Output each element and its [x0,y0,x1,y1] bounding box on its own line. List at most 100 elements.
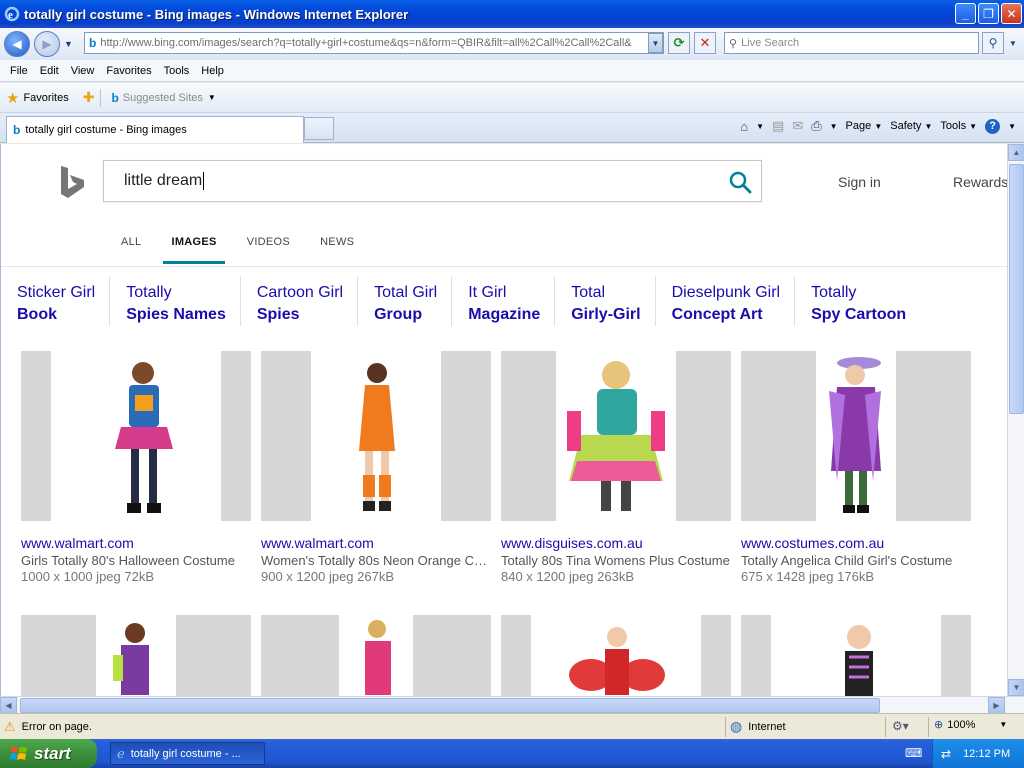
read-mail-icon[interactable]: ✉ [792,118,803,134]
keyboard-icon[interactable]: ⌨ [905,746,922,760]
scroll-up-icon[interactable]: ▲ [1008,144,1024,161]
refresh-button[interactable]: ⟳ [668,32,690,54]
tab-news[interactable]: NEWS [320,236,354,256]
related-search-item[interactable]: Sticker Girl Book [1,276,111,326]
address-bar[interactable]: b http://www.bing.com/images/search?q=to… [84,32,664,54]
rewards-link[interactable]: Rewards [953,174,1007,190]
chevron-down-icon[interactable]: ▼ [830,122,838,131]
horizontal-scrollbar[interactable]: ◀ ▶ [0,696,1024,714]
result-meta: 900 x 1200 jpeg 267kB [261,569,394,584]
related-search-item[interactable]: Total Girl Group [358,276,453,326]
network-icon[interactable]: ⇄ [941,747,951,761]
result-caption[interactable]: Girls Totally 80's Halloween Costume [21,553,251,568]
related-search-item[interactable]: Totally Spy Cartoon [795,276,920,326]
image-thumbnail[interactable] [21,351,251,521]
restore-button[interactable]: ❐ [978,3,999,24]
add-favorites-icon[interactable]: ✚ [83,89,95,106]
vertical-scrollbar[interactable]: ▲ ▼ [1007,144,1024,696]
related-search-item[interactable]: Total Girly-Girl [555,276,656,326]
image-result-card[interactable]: www.costumes.com.au Totally Angelica Chi… [741,351,971,584]
result-meta: 840 x 1200 jpeg 263kB [501,569,634,584]
zoom-control[interactable]: ⊕ 100% ▼ [934,718,1007,732]
close-button[interactable]: ✕ [1001,3,1022,24]
menu-edit[interactable]: Edit [34,65,65,77]
result-domain[interactable]: www.walmart.com [21,535,251,551]
tab-videos[interactable]: VIDEOS [247,236,290,256]
help-icon[interactable]: ? [985,118,1001,134]
live-search-button[interactable]: ⚲ [982,32,1004,54]
minimize-button[interactable]: _ [955,3,976,24]
suggested-sites-link[interactable]: Suggested Sites [123,92,203,104]
menu-view[interactable]: View [65,65,101,77]
image-thumbnail[interactable] [261,351,491,521]
warning-icon[interactable]: ⚠ [4,719,16,735]
menu-tools[interactable]: Tools [158,65,196,77]
start-button[interactable]: start [0,739,97,768]
result-caption[interactable]: Totally Angelica Child Girl's Costume [741,553,971,568]
related-search-item[interactable]: Cartoon Girl Spies [241,276,359,326]
scroll-thumb[interactable] [20,698,880,713]
scroll-right-icon[interactable]: ▶ [988,697,1005,714]
related-search-item[interactable]: Totally Spies Names [110,276,241,326]
favorites-button[interactable]: Favorites [23,92,68,104]
taskbar-item-ie[interactable]: ℯ totally girl costume - ... [110,742,265,765]
image-thumbnail[interactable] [21,615,251,696]
back-button[interactable]: ◀ [4,31,30,57]
result-domain[interactable]: www.disguises.com.au [501,535,731,551]
stop-button[interactable]: ✕ [694,32,716,54]
chevron-down-icon[interactable]: ▼ [756,122,764,131]
search-icon[interactable] [728,170,752,194]
menu-file[interactable]: File [4,65,34,77]
image-thumbnail[interactable] [501,351,731,521]
favorites-star-icon[interactable]: ★ [6,89,19,107]
scroll-thumb[interactable] [1009,164,1024,414]
forward-button[interactable]: ▶ [34,31,60,57]
chevron-down-icon[interactable]: ▼ [1008,122,1016,131]
protected-mode-icon[interactable]: ⚙▾ [892,719,909,733]
menu-help[interactable]: Help [195,65,230,77]
chevron-down-icon[interactable]: ▼ [208,93,216,102]
tab-active[interactable]: b totally girl costume - Bing images [6,116,304,143]
result-caption[interactable]: Totally 80s Tina Womens Plus Costume [501,553,731,568]
image-result-card[interactable]: www.walmart.com Women's Totally 80s Neon… [261,351,491,584]
rss-feed-icon[interactable]: ▤ [772,118,784,134]
sign-in-link[interactable]: Sign in [838,174,881,190]
result-domain[interactable]: www.walmart.com [261,535,491,551]
tab-all[interactable]: ALL [121,236,141,256]
status-message[interactable]: Error on page. [22,721,92,733]
image-result-card[interactable]: www.disguises.com.au Totally 80s Tina Wo… [501,351,731,584]
related-search-item[interactable]: It Girl Magazine [452,276,556,326]
search-input[interactable]: little dream [103,160,762,202]
image-thumbnail[interactable] [741,351,971,521]
image-result-card[interactable] [741,615,971,696]
page-content: little dream Sign in Rewards ALL IMAGES … [0,144,1007,696]
image-thumbnail[interactable] [741,615,971,696]
result-domain[interactable]: www.costumes.com.au [741,535,971,551]
image-result-card[interactable]: www.walmart.com Girls Totally 80's Hallo… [21,351,251,584]
chevron-down-icon[interactable]: ▼ [999,720,1007,729]
bing-logo-icon[interactable] [57,164,87,200]
image-result-card[interactable] [21,615,251,696]
address-dropdown-icon[interactable]: ▼ [648,33,663,53]
image-result-card[interactable] [261,615,491,696]
page-menu[interactable]: Page ▼ [846,120,883,132]
search-options-dropdown-icon[interactable]: ▼ [1006,32,1020,54]
new-tab-button[interactable] [304,117,334,140]
history-dropdown-icon[interactable]: ▼ [64,39,73,49]
print-icon[interactable]: ⎙ [811,118,821,134]
live-search-input[interactable]: ⚲ Live Search [724,32,979,54]
safety-menu[interactable]: Safety ▼ [890,120,932,132]
home-icon[interactable]: ⌂ [740,119,748,134]
tab-images[interactable]: IMAGES [163,236,225,264]
scroll-down-icon[interactable]: ▼ [1008,679,1024,696]
image-thumbnail[interactable] [261,615,491,696]
menu-favorites[interactable]: Favorites [100,65,157,77]
tools-menu[interactable]: Tools ▼ [940,120,977,132]
result-caption[interactable]: Women's Totally 80s Neon Orange Costume [261,553,491,568]
image-thumbnail[interactable] [501,615,731,696]
related-search-item[interactable]: Dieselpunk Girl Concept Art [656,276,796,326]
security-zone[interactable]: ◍ Internet [730,718,786,735]
clock[interactable]: 12:12 PM [963,748,1010,760]
image-result-card[interactable] [501,615,731,696]
scroll-left-icon[interactable]: ◀ [0,697,17,714]
